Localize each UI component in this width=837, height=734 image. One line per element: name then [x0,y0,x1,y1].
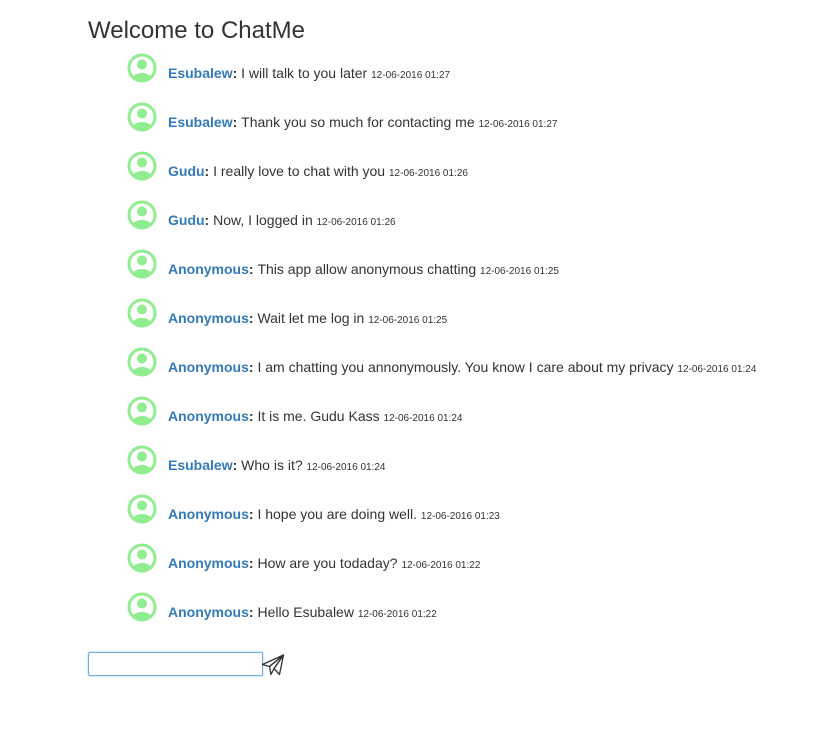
message-author[interactable]: Anonymous [168,506,249,522]
message-author[interactable]: Gudu [168,163,205,179]
message-text: This app allow anonymous chatting [257,261,477,277]
user-avatar-icon [127,200,157,230]
author-separator: : [232,457,242,473]
message-timestamp: 12-06-2016 01:25 [368,315,448,326]
message-timestamp: 12-06-2016 01:25 [480,266,559,277]
message-line: Esubalew: Who is it? 12-06-2016 01:24 [168,456,385,477]
message-timestamp: 12-06-2016 01:26 [316,217,396,228]
message-line: Gudu: I really love to chat with you 12-… [168,162,468,183]
message-author[interactable]: Anonymous [168,555,249,571]
message-timestamp: 12-06-2016 01:24 [306,462,386,473]
message-text: I will talk to you later [241,65,368,81]
page-title: Welcome to ChatMe [88,17,305,44]
user-avatar-icon [127,53,157,83]
message-item: Anonymous: How are you todaday? 12-06-20… [127,543,827,592]
message-item: Gudu: Now, I logged in 12-06-2016 01:26 [127,200,827,249]
message-item: Anonymous: Wait let me log in 12-06-2016… [127,298,827,347]
user-avatar-icon [127,298,157,328]
message-line: Anonymous: Wait let me log in 12-06-2016… [168,309,447,330]
user-avatar-icon [127,494,157,524]
message-timestamp: 12-06-2016 01:27 [478,119,558,130]
message-text: Thank you so much for contacting me [241,114,475,130]
user-avatar-icon [127,151,157,181]
user-avatar-icon [127,543,157,573]
message-item: Anonymous: It is me. Gudu Kass 12-06-201… [127,396,827,445]
user-avatar-icon [127,445,157,475]
message-text: Hello Esubalew [257,604,354,620]
message-line: Esubalew: Thank you so much for contacti… [168,113,557,134]
message-author[interactable]: Gudu [168,212,205,228]
message-line: Gudu: Now, I logged in 12-06-2016 01:26 [168,211,396,232]
paper-plane-icon [261,653,285,677]
message-author[interactable]: Anonymous [168,261,249,277]
message-text: Wait let me log in [257,310,365,326]
message-author[interactable]: Esubalew [168,457,233,473]
author-separator: : [232,114,242,130]
author-separator: : [204,163,214,179]
message-line: Anonymous: How are you todaday? 12-06-20… [168,554,480,575]
message-item: Anonymous: I hope you are doing well. 12… [127,494,827,543]
message-line: Esubalew: I will talk to you later 12-06… [168,64,450,85]
message-author[interactable]: Esubalew [168,114,233,130]
message-author[interactable]: Anonymous [168,408,249,424]
message-timestamp: 12-06-2016 01:26 [388,168,468,179]
user-avatar-icon [127,347,157,377]
message-text: It is me. Gudu Kass [257,408,380,424]
message-text: How are you todaday? [257,555,398,571]
message-timestamp: 12-06-2016 01:23 [420,511,500,522]
message-item: Gudu: I really love to chat with you 12-… [127,151,827,200]
message-timestamp: 12-06-2016 01:24 [677,364,757,375]
message-author[interactable]: Esubalew [168,65,233,81]
message-text: I hope you are doing well. [257,506,418,522]
author-separator: : [232,65,242,81]
message-line: Anonymous: It is me. Gudu Kass 12-06-201… [168,407,462,428]
message-text: Now, I logged in [213,212,313,228]
user-avatar-icon [127,102,157,132]
message-line: Anonymous: Hello Esubalew 12-06-2016 01:… [168,603,437,624]
message-timestamp: 12-06-2016 01:22 [357,609,437,620]
message-input[interactable] [88,652,263,676]
user-avatar-icon [127,396,157,426]
message-list: Esubalew: I will talk to you later 12-06… [127,53,827,641]
user-avatar-icon [127,249,157,279]
message-item: Anonymous: This app allow anonymous chat… [127,249,827,298]
message-author[interactable]: Anonymous [168,359,249,375]
message-author[interactable]: Anonymous [168,604,249,620]
message-line: Anonymous: I hope you are doing well. 12… [168,505,500,526]
message-item: Esubalew: I will talk to you later 12-06… [127,53,827,102]
message-item: Anonymous: Hello Esubalew 12-06-2016 01:… [127,592,827,641]
message-item: Esubalew: Who is it? 12-06-2016 01:24 [127,445,827,494]
message-timestamp: 12-06-2016 01:22 [401,560,481,571]
send-button[interactable] [261,653,285,677]
message-text: I am chatting you annonymously. You know… [257,359,674,375]
message-line: Anonymous: I am chatting you annonymousl… [168,358,756,379]
user-avatar-icon [127,592,157,622]
message-timestamp: 12-06-2016 01:24 [383,413,463,424]
message-author[interactable]: Anonymous [168,310,249,326]
message-text: Who is it? [241,457,303,473]
message-text: I really love to chat with you [213,163,386,179]
message-item: Esubalew: Thank you so much for contacti… [127,102,827,151]
message-line: Anonymous: This app allow anonymous chat… [168,260,559,281]
message-timestamp: 12-06-2016 01:27 [371,70,451,81]
author-separator: : [204,212,214,228]
message-item: Anonymous: I am chatting you annonymousl… [127,347,827,396]
